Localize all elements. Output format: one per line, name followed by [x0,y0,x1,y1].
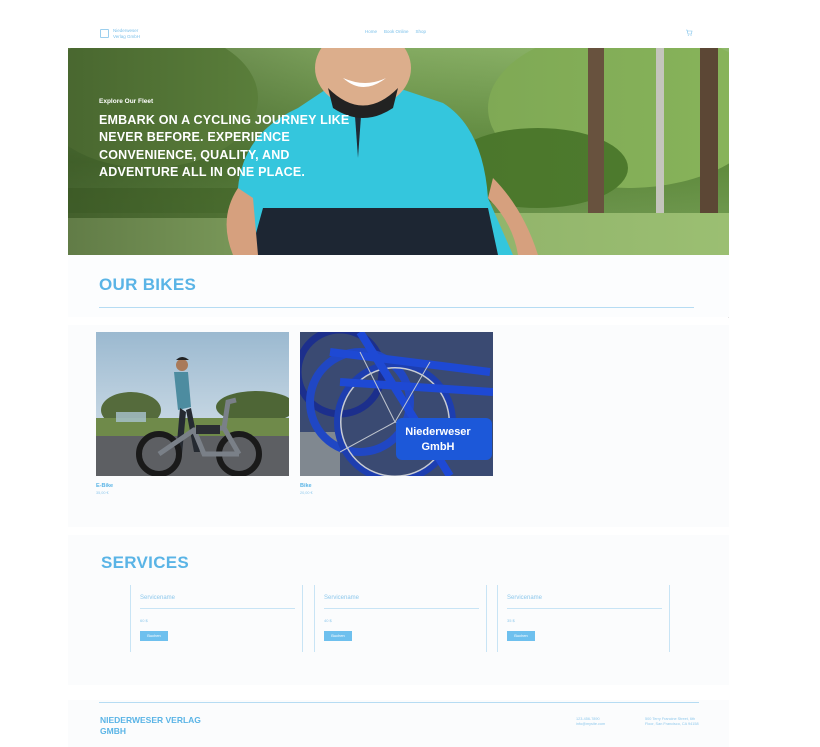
logo-icon [100,29,109,38]
service-card: Servicename 60 $ Buchen [130,585,303,652]
bikes-title: OUR BIKES [99,275,197,294]
bikes-grid: E-Bike 35,00 € Niederweser GmbH Bike 20,… [68,325,729,527]
ebike-image[interactable] [96,332,289,476]
nav-home[interactable]: Home [365,29,377,34]
logo-text: Niederweser Verlag GmbH [113,28,141,39]
nav-shop[interactable]: Shop [416,29,427,34]
footer-contact: 123-456-7890 info@mysite.com [576,717,605,727]
service-price: 60 $ [140,618,148,623]
service-divider [140,608,295,609]
bike-decal-line1: Niederweser [405,426,471,438]
product-price: 20,00 € [300,491,313,495]
services-section: SERVICES Servicename 60 $ Buchen Service… [68,535,729,685]
cart-icon[interactable] [685,28,693,36]
book-button[interactable]: Buchen [507,631,535,641]
bikes-divider [99,307,694,308]
service-card: Servicename 40 $ Buchen [314,585,487,652]
service-divider [324,608,479,609]
product-card-bike[interactable]: Niederweser GmbH Bike 20,00 € [300,332,493,495]
site-header: Niederweser Verlag GmbH Home Book Online… [68,22,729,48]
footer-brand: NIEDERWESER VERLAG GMBH [100,715,201,736]
hero-banner: Explore Our Fleet Embark on a cycling jo… [68,48,729,255]
footer-divider [99,702,699,703]
service-divider [507,608,662,609]
service-name[interactable]: Servicename [507,595,542,601]
footer-email[interactable]: info@mysite.com [576,722,605,727]
hero-eyebrow: Explore Our Fleet [99,98,154,105]
main-nav: Home Book Online Shop [365,29,426,34]
service-name[interactable]: Servicename [324,595,359,601]
product-name[interactable]: Bike [300,483,493,489]
book-button[interactable]: Buchen [140,631,168,641]
bike-decal-line2: GmbH [422,441,455,453]
service-price: 35 $ [507,618,515,623]
site-logo[interactable]: Niederweser Verlag GmbH [100,28,149,39]
services-title: SERVICES [101,553,190,572]
service-card: Servicename 35 $ Buchen [497,585,670,652]
site-footer: NIEDERWESER VERLAG GMBH 123-456-7890 inf… [68,700,729,747]
product-price: 35,00 € [96,491,109,495]
book-button[interactable]: Buchen [324,631,352,641]
service-price: 40 $ [324,618,332,623]
bike-image[interactable]: Niederweser GmbH [300,332,493,476]
product-name[interactable]: E-Bike [96,483,289,489]
nav-book-online[interactable]: Book Online [384,29,409,34]
hero-title: Embark on a cycling journey like never b… [99,113,350,179]
service-name[interactable]: Servicename [140,595,175,601]
product-card-ebike[interactable]: E-Bike 35,00 € [96,332,289,495]
bikes-section-header: OUR BIKES [68,255,729,317]
footer-address: 500 Terry Francine Street, 6th Floor, Sa… [645,717,699,726]
